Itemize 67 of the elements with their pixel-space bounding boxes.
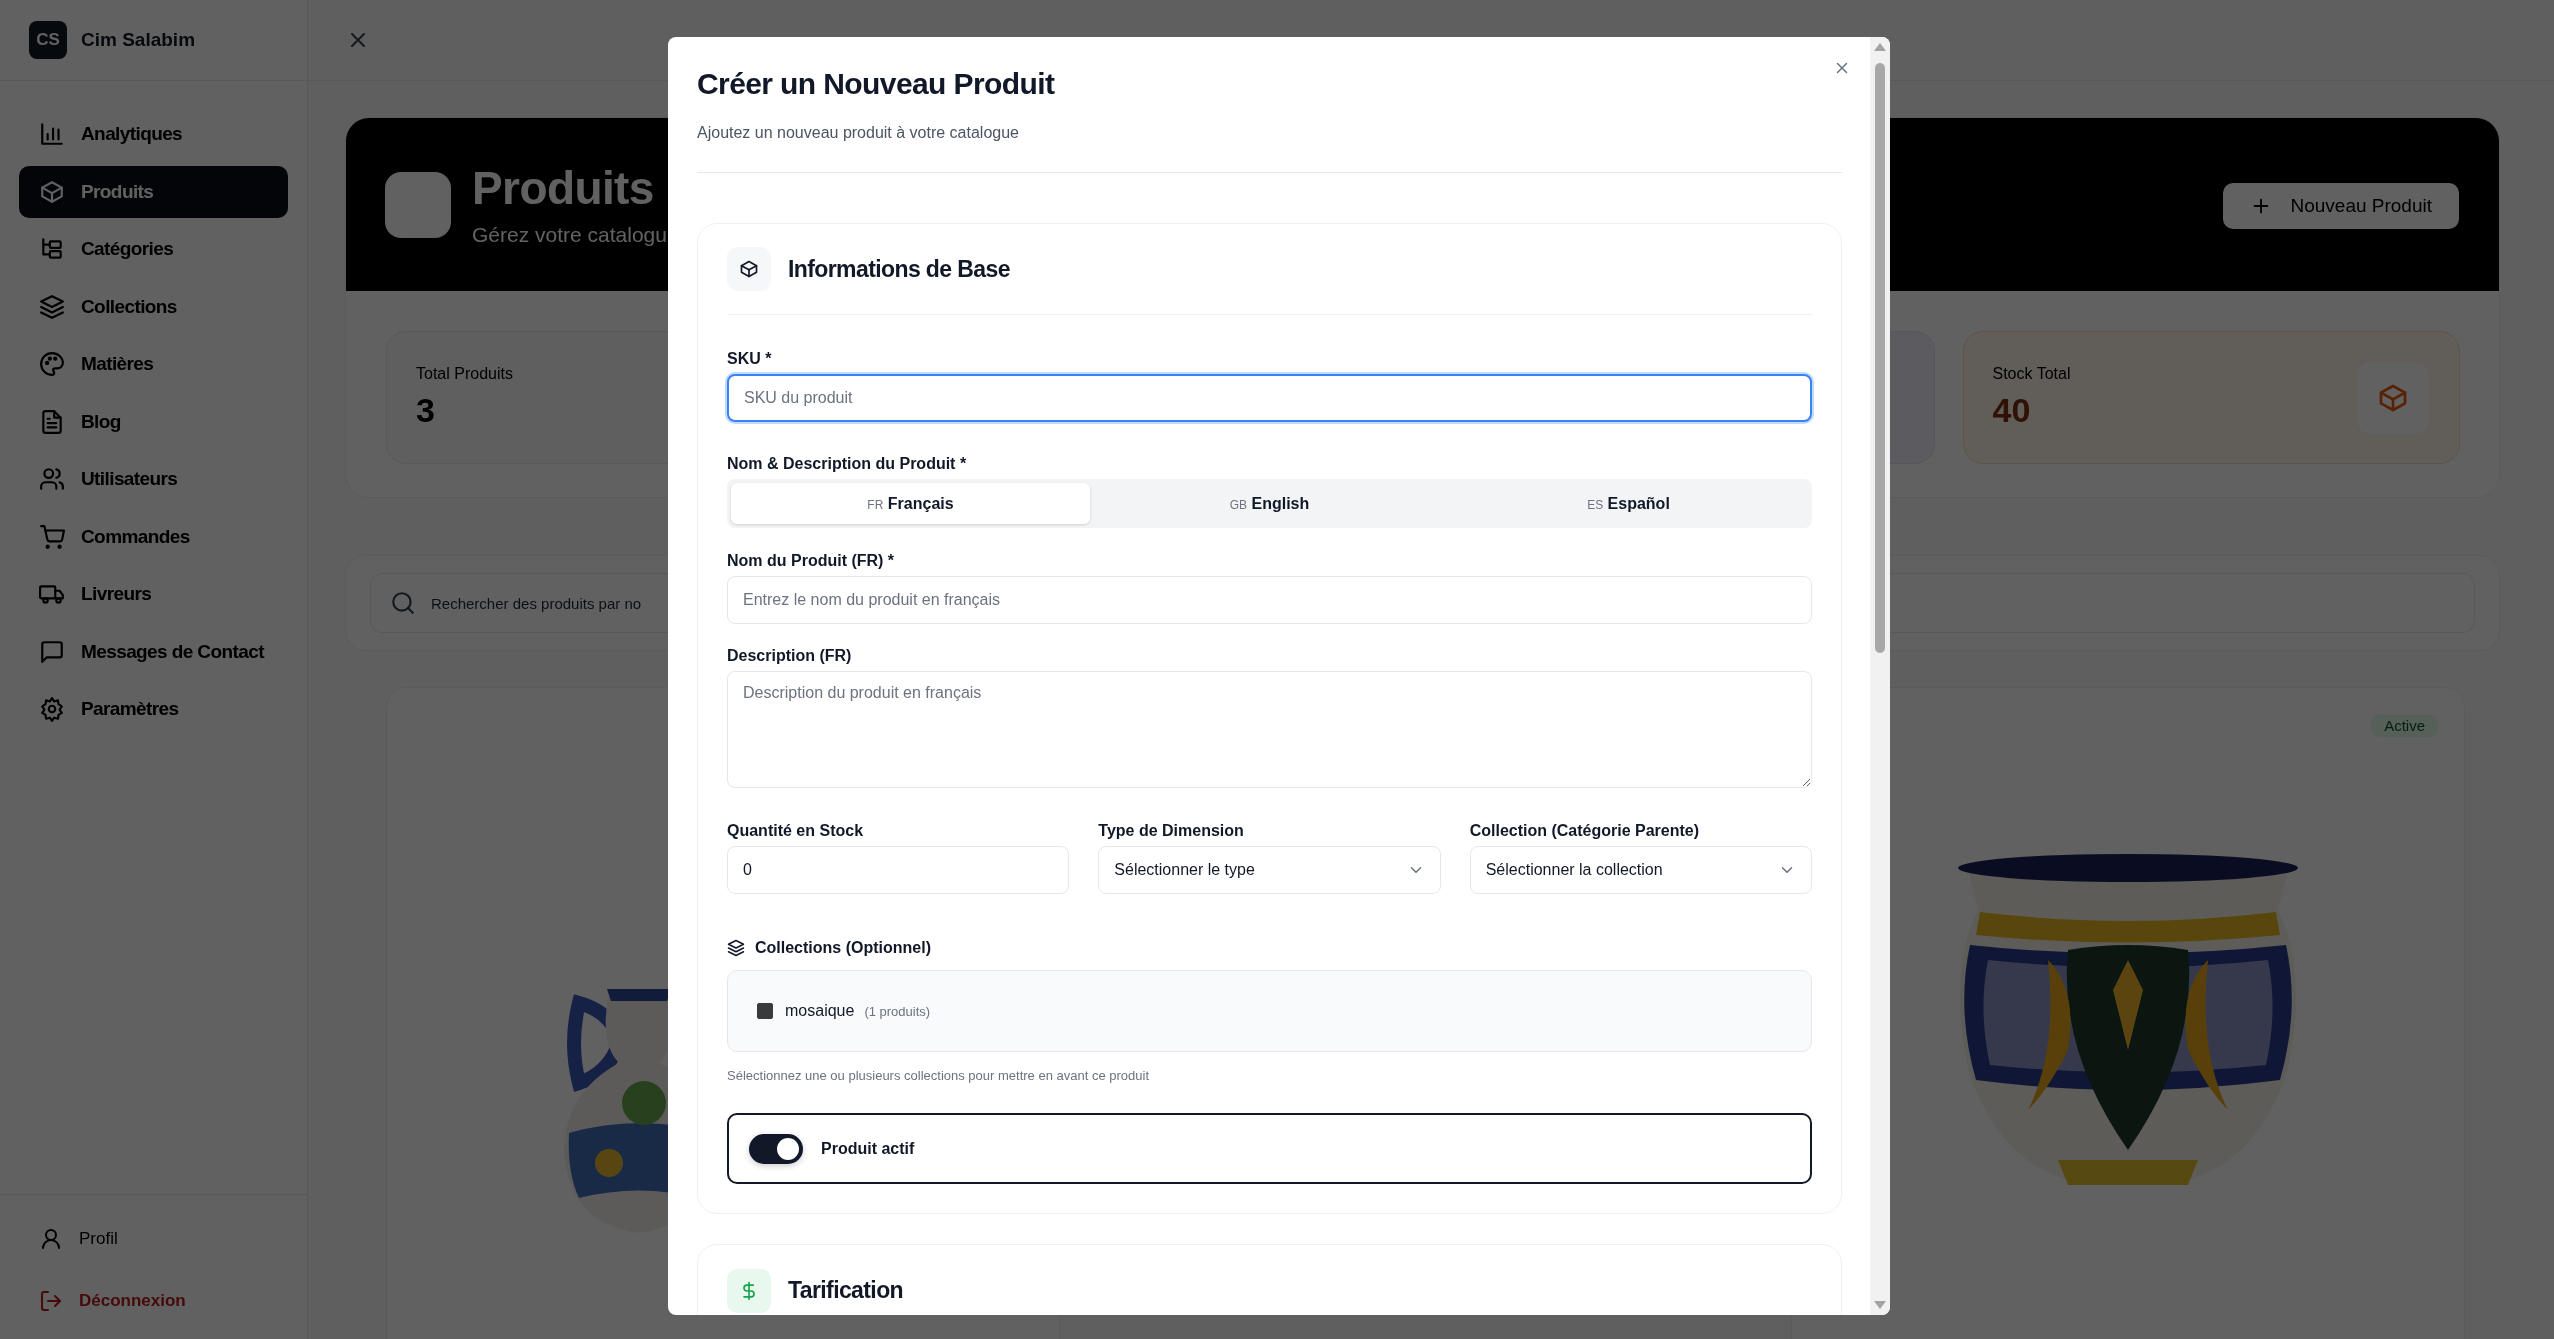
stat-label: Stock Total: [1992, 365, 2071, 383]
description-field[interactable]: Description du produit en français: [727, 671, 1812, 788]
field-label: Quantité en Stock: [727, 821, 864, 841]
status-badge: Active: [2370, 715, 2439, 737]
nav-item[interactable]: Commandes: [19, 510, 288, 563]
new-product-button[interactable]: Nouveau Produit: [2223, 183, 2459, 229]
hint-text: Sélectionnez une ou plusieurs collections pour mettre en avant ce produit: [727, 1068, 1151, 1083]
name-field[interactable]: Entrez le nom du produit en français: [727, 576, 1812, 624]
field-label: Nom & Description du Produit *: [727, 454, 967, 474]
settings-icon: [39, 696, 65, 722]
modal-title: Créer un Nouveau Produit: [697, 66, 1056, 102]
field-label: Collections (Optionnel): [755, 938, 931, 958]
nav-item[interactable]: Paramètres: [19, 683, 288, 735]
product-count: (1 produits): [864, 1003, 931, 1019]
layers-icon: [39, 293, 65, 320]
type-select[interactable]: Sélectionner le type: [1098, 846, 1441, 894]
profile-link[interactable]: Profil: [19, 1213, 138, 1265]
nav-item[interactable]: Analytiques: [19, 108, 288, 160]
cube-icon: [39, 178, 65, 205]
collection-name: mosaique: [785, 1002, 855, 1020]
field-label: Nom du Produit (FR) *: [727, 551, 895, 571]
icon-tile: [385, 171, 451, 238]
language-tab[interactable]: ES Español: [1449, 483, 1808, 524]
message-icon: [39, 638, 65, 665]
sku-field[interactable]: SKU du produit: [727, 374, 1812, 422]
nav-item[interactable]: Matières: [19, 338, 288, 390]
stat-value: 3: [416, 391, 436, 430]
brand-name: Cim Salabim: [81, 29, 196, 51]
users-icon: [39, 466, 65, 492]
logout-link[interactable]: Déconnexion: [19, 1275, 206, 1327]
section-title: Tarification: [788, 1277, 904, 1304]
toggle-switch[interactable]: [749, 1133, 803, 1164]
scrollbar[interactable]: [1870, 37, 1890, 1315]
nav-item[interactable]: Produits: [19, 165, 288, 218]
nav-item[interactable]: Catégories: [19, 223, 288, 275]
user-icon: [39, 1227, 63, 1251]
nav-item[interactable]: Utilisateurs: [19, 453, 288, 505]
search-icon: [390, 590, 416, 616]
stat-label: Total Produits: [416, 365, 513, 383]
bar-chart-icon: [39, 121, 65, 147]
page-title: Produits: [472, 162, 655, 213]
field-label: Description (FR): [727, 646, 852, 666]
cart-icon: [39, 523, 65, 550]
document-icon: [39, 408, 65, 435]
checkbox[interactable]: [757, 1003, 773, 1019]
stat-value: 40: [1992, 391, 2032, 430]
field-label: Collection (Catégorie Parente): [1469, 821, 1700, 841]
language-tab[interactable]: FR Français: [731, 483, 1090, 524]
palette-icon: [39, 351, 65, 377]
section-title: Informations de Base: [788, 255, 1010, 283]
nav-item[interactable]: Messages de Contact: [19, 625, 288, 678]
nav-item[interactable]: Livreurs: [19, 568, 288, 620]
logo: CS: [29, 21, 67, 59]
field-label: Type de Dimension: [1098, 821, 1244, 841]
page-subtitle: Gérez votre catalogu: [472, 222, 667, 247]
modal-subtitle: Ajoutez un nouveau produit à votre catalogue: [697, 124, 1020, 142]
collection-select[interactable]: Sélectionner la collection: [1469, 846, 1812, 894]
hierarchy-icon: [39, 236, 65, 262]
language-tab[interactable]: GB English: [1090, 483, 1449, 524]
logout-icon: [39, 1289, 63, 1313]
stock-field[interactable]: 0: [727, 846, 1070, 894]
cube-icon: [739, 259, 759, 279]
toggle-label: Produit actif: [821, 1139, 915, 1158]
layers-icon: [727, 939, 745, 957]
nav-item[interactable]: Blog: [19, 395, 288, 448]
field-label: SKU *: [727, 349, 772, 369]
nav-item[interactable]: Collections: [19, 280, 288, 333]
